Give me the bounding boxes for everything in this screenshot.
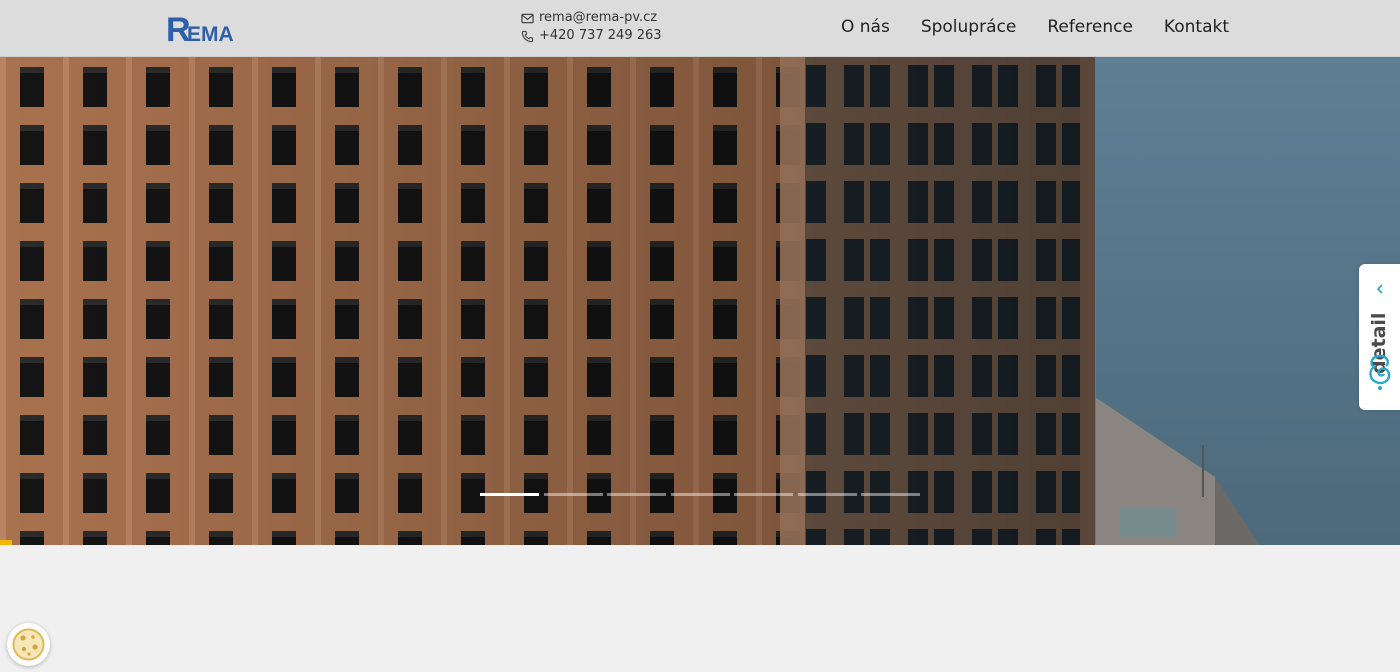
- cookie-settings-button[interactable]: [7, 623, 50, 666]
- envelope-icon: [521, 11, 537, 25]
- contact-info: rema@rema-pv.cz +420 737 249 263: [521, 9, 662, 45]
- slide-dot-6[interactable]: [797, 493, 857, 496]
- slide-progress-bar: [0, 540, 12, 545]
- phone-icon: [521, 29, 537, 43]
- rema-logo[interactable]: R EMA: [166, 10, 240, 44]
- cookie-icon: [12, 628, 45, 661]
- slide-dot-5[interactable]: [734, 493, 793, 496]
- nav-kontakt[interactable]: Kontakt: [1164, 15, 1229, 39]
- slide-dot-4[interactable]: [670, 493, 730, 496]
- site-header: R EMA rema@rema-pv.cz +420 737 249 263 O…: [0, 0, 1400, 57]
- nav-spoluprace[interactable]: Spolupráce: [921, 15, 1016, 39]
- slide-dot-2[interactable]: [543, 493, 603, 496]
- nav-reference[interactable]: Reference: [1047, 15, 1133, 39]
- slide-dot-7[interactable]: [861, 493, 920, 496]
- slide-dot-1[interactable]: [480, 493, 539, 496]
- slider-pagination: [480, 493, 925, 496]
- svg-text:EMA: EMA: [187, 23, 234, 44]
- email-text: rema@rema-pv.cz: [539, 10, 658, 25]
- chevron-left-icon[interactable]: [1373, 282, 1387, 296]
- detail-swirl-icon: [1369, 354, 1391, 390]
- building-facade-image: [0, 57, 1400, 545]
- slide-dot-3[interactable]: [607, 493, 666, 496]
- email-link[interactable]: rema@rema-pv.cz: [521, 9, 662, 27]
- phone-link[interactable]: +420 737 249 263: [521, 27, 662, 45]
- detail-side-widget[interactable]: detail: [1359, 264, 1400, 410]
- hero-slider[interactable]: [0, 57, 1400, 545]
- nav-o-nas[interactable]: O nás: [841, 15, 890, 39]
- main-nav: O nás Spolupráce Reference Kontakt: [810, 15, 1229, 39]
- phone-text: +420 737 249 263: [539, 28, 662, 43]
